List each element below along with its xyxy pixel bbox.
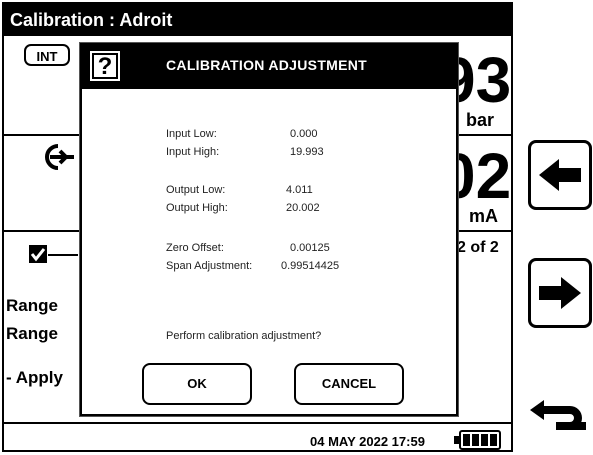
ok-button[interactable]: OK bbox=[142, 363, 252, 405]
apply-row-label[interactable]: - Apply bbox=[6, 368, 63, 388]
upper-unit: bar bbox=[466, 110, 495, 130]
field-label: Output High: bbox=[166, 202, 228, 214]
field-label: Zero Offset: bbox=[166, 242, 224, 254]
right-arrow-icon bbox=[539, 277, 581, 309]
dialog-title: CALIBRATION ADJUSTMENT bbox=[166, 57, 368, 73]
left-arrow-icon bbox=[539, 159, 581, 191]
divider bbox=[4, 422, 511, 424]
status-datetime: 04 MAY 2022 17:59 bbox=[310, 434, 425, 449]
instrument-screen: Calibration : Adroit INT 93 bar 02 mA 2 … bbox=[2, 2, 513, 452]
field-value: 0.00125 bbox=[290, 242, 330, 254]
field-value: 20.002 bbox=[286, 202, 320, 214]
field-label: Input High: bbox=[166, 146, 220, 158]
left-arrow-button[interactable] bbox=[528, 140, 592, 210]
cancel-button[interactable]: CANCEL bbox=[294, 363, 404, 405]
right-arrow-button[interactable] bbox=[528, 258, 592, 328]
battery-icon bbox=[459, 430, 501, 450]
field-value: 0.000 bbox=[290, 128, 318, 140]
title-bar: Calibration : Adroit bbox=[4, 4, 511, 36]
range-row-label[interactable]: Range bbox=[6, 324, 58, 344]
field-value: 19.993 bbox=[290, 146, 324, 158]
return-arrow-icon[interactable] bbox=[526, 396, 588, 444]
question-icon: ? bbox=[90, 51, 120, 81]
range-row-label[interactable]: Range bbox=[6, 296, 58, 316]
checkbox-checked-icon[interactable] bbox=[28, 244, 48, 264]
field-value: 0.99514425 bbox=[281, 260, 340, 272]
page-indicator: 2 of 2 bbox=[457, 239, 499, 256]
input-port-icon bbox=[45, 144, 74, 170]
dialog-prompt: Perform calibration adjustment? bbox=[166, 330, 322, 342]
field-value: 4.011 bbox=[286, 184, 313, 196]
calibration-dialog: ? CALIBRATION ADJUSTMENT Input Low: 0.00… bbox=[80, 43, 458, 416]
field-label: Span Adjustment: bbox=[166, 260, 253, 272]
field-label: Input Low: bbox=[166, 128, 217, 140]
lower-unit: mA bbox=[469, 206, 499, 226]
field-label: Output Low: bbox=[166, 184, 226, 196]
dialog-header: ? CALIBRATION ADJUSTMENT bbox=[82, 45, 456, 89]
checkbox-leader bbox=[48, 254, 78, 256]
int-badge[interactable]: INT bbox=[24, 44, 70, 66]
